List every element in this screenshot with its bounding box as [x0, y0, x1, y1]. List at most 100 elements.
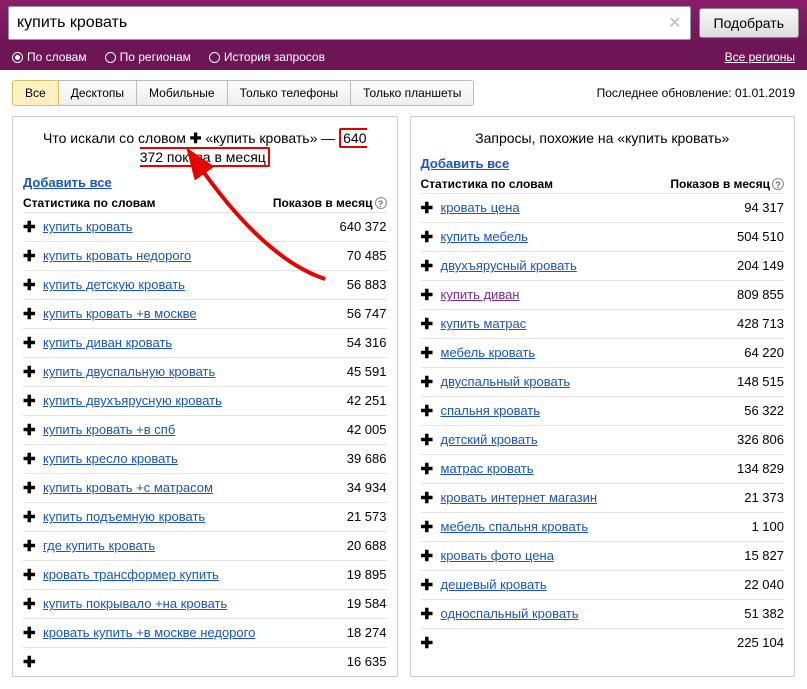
keyword-link[interactable]: кровать интернет магазин	[441, 490, 745, 505]
impressions-count: 640 372	[340, 219, 387, 234]
keyword-link[interactable]: купить диван	[441, 287, 738, 302]
keyword-link[interactable]: купить кровать +в москве	[43, 306, 347, 321]
all-regions-link[interactable]: Все регионы	[725, 50, 795, 64]
add-icon[interactable]: ✚	[421, 431, 441, 449]
radio-icon	[105, 52, 116, 63]
keyword-link[interactable]: купить детскую кровать	[43, 277, 347, 292]
keyword-link[interactable]: мебель спальня кровать	[441, 519, 752, 534]
keyword-link[interactable]: кровать цена	[441, 200, 745, 215]
keyword-link[interactable]: где купить кровать	[43, 538, 347, 553]
add-icon[interactable]: ✚	[23, 334, 43, 352]
keyword-link[interactable]: купить кресло кровать	[43, 451, 347, 466]
impressions-count: 22 040	[744, 577, 784, 592]
add-icon[interactable]: ✚	[421, 344, 441, 362]
add-icon[interactable]: ✚	[421, 489, 441, 507]
table-row: ✚детский кровать326 806	[421, 425, 785, 454]
keyword-link[interactable]: дешевый кровать	[441, 577, 745, 592]
keyword-link[interactable]: купить двуспальную кровать	[43, 364, 347, 379]
tab-2[interactable]: Мобильные	[136, 80, 228, 106]
tab-1[interactable]: Десктопы	[58, 80, 137, 106]
radio-history[interactable]: История запросов	[209, 50, 325, 64]
add-icon[interactable]: ✚	[421, 228, 441, 246]
add-icon[interactable]: ✚	[23, 421, 43, 439]
keyword-link[interactable]: кровать фото цена	[441, 548, 745, 563]
keyword-link[interactable]: купить кровать +с матрасом	[43, 480, 347, 495]
table-row: ✚купить кровать +в москве56 747	[23, 299, 387, 328]
tab-4[interactable]: Только планшеты	[350, 80, 474, 106]
keyword-link[interactable]: матрас кровать	[441, 461, 738, 476]
add-icon[interactable]: ✚	[421, 576, 441, 594]
add-icon[interactable]: ✚	[421, 518, 441, 536]
add-icon[interactable]: ✚	[23, 508, 43, 526]
add-icon[interactable]: ✚	[421, 605, 441, 623]
add-icon[interactable]: ✚	[23, 653, 43, 671]
add-icon[interactable]: ✚	[23, 363, 43, 381]
add-icon[interactable]: ✚	[421, 402, 441, 420]
add-icon[interactable]: ✚	[23, 276, 43, 294]
search-input[interactable]	[17, 14, 668, 32]
keyword-link[interactable]: купить двухъярусную кровать	[43, 393, 347, 408]
search-button[interactable]: Подобрать	[699, 8, 800, 38]
add-icon[interactable]: ✚	[23, 624, 43, 642]
table-row: ✚купить покрывало +на кровать19 584	[23, 589, 387, 618]
impressions-count: 56 883	[347, 277, 387, 292]
impressions-count: 54 316	[347, 335, 387, 350]
add-icon[interactable]: ✚	[23, 450, 43, 468]
header-impressions: Показов в месяц?	[670, 177, 784, 191]
help-icon[interactable]: ?	[375, 197, 387, 209]
keyword-link[interactable]: двуспальный кровать	[441, 374, 738, 389]
add-icon[interactable]: ✚	[421, 547, 441, 565]
add-icon[interactable]: ✚	[421, 373, 441, 391]
add-icon[interactable]: ✚	[421, 199, 441, 217]
add-icon[interactable]: ✚	[23, 305, 43, 323]
table-row: ✚купить кровать недорого70 485	[23, 241, 387, 270]
add-icon[interactable]: ✚	[421, 257, 441, 275]
impressions-count: 39 686	[347, 451, 387, 466]
add-icon[interactable]: ✚	[23, 566, 43, 584]
header-keywords: Статистика по словам	[23, 196, 156, 210]
table-row: ✚купить диван809 855	[421, 280, 785, 309]
add-icon[interactable]: ✚	[23, 595, 43, 613]
keyword-link[interactable]: кровать купить +в москве недорого	[43, 625, 347, 640]
keyword-link[interactable]: спальня кровать	[441, 403, 745, 418]
impressions-count: 1 100	[751, 519, 784, 534]
title-dash: —	[317, 130, 339, 146]
search-bar: ✕ Подобрать	[0, 0, 807, 46]
keyword-link[interactable]: кровать трансформер купить	[43, 567, 347, 582]
add-icon[interactable]: ✚	[421, 286, 441, 304]
add-icon[interactable]: ✚	[421, 315, 441, 333]
table-row: ✚купить мебель504 510	[421, 222, 785, 251]
keyword-link[interactable]: односпальный кровать	[441, 606, 745, 621]
add-all-left[interactable]: Добавить все	[23, 175, 112, 190]
keyword-link[interactable]: купить подъемную кровать	[43, 509, 347, 524]
add-icon[interactable]: ✚	[23, 537, 43, 555]
keyword-link[interactable]: купить мебель	[441, 229, 738, 244]
add-icon[interactable]: ✚	[421, 460, 441, 478]
keyword-link[interactable]: купить матрас	[441, 316, 738, 331]
table-row: ✚купить кровать +с матрасом34 934	[23, 473, 387, 502]
table-row: ✚купить двухъярусную кровать42 251	[23, 386, 387, 415]
tab-0[interactable]: Все	[12, 80, 59, 106]
table-row: ✚купить кровать640 372	[23, 212, 387, 241]
keyword-link[interactable]: детский кровать	[441, 432, 738, 447]
add-icon[interactable]: ✚	[421, 634, 441, 652]
table-row: ✚16 635	[23, 647, 387, 676]
keyword-link[interactable]: купить диван кровать	[43, 335, 347, 350]
add-icon[interactable]: ✚	[23, 247, 43, 265]
add-icon[interactable]: ✚	[23, 218, 43, 236]
clear-icon[interactable]: ✕	[668, 13, 681, 33]
keyword-link[interactable]: купить кровать +в спб	[43, 422, 347, 437]
add-all-right[interactable]: Добавить все	[421, 156, 510, 171]
add-icon[interactable]: ✚	[23, 479, 43, 497]
keyword-link[interactable]: двухъярусный кровать	[441, 258, 738, 273]
tabs-row: ВсеДесктопыМобильныеТолько телефоныТольк…	[0, 70, 807, 116]
radio-by-regions[interactable]: По регионам	[105, 50, 191, 64]
keyword-link[interactable]: купить кровать	[43, 219, 340, 234]
radio-by-words[interactable]: По словам	[12, 50, 87, 64]
add-icon[interactable]: ✚	[23, 392, 43, 410]
impressions-count: 19 895	[347, 567, 387, 582]
keyword-link[interactable]: купить кровать недорого	[43, 248, 347, 263]
help-icon[interactable]: ?	[772, 178, 784, 190]
keyword-link[interactable]: мебель кровать	[441, 345, 745, 360]
tab-3[interactable]: Только телефоны	[227, 80, 352, 106]
